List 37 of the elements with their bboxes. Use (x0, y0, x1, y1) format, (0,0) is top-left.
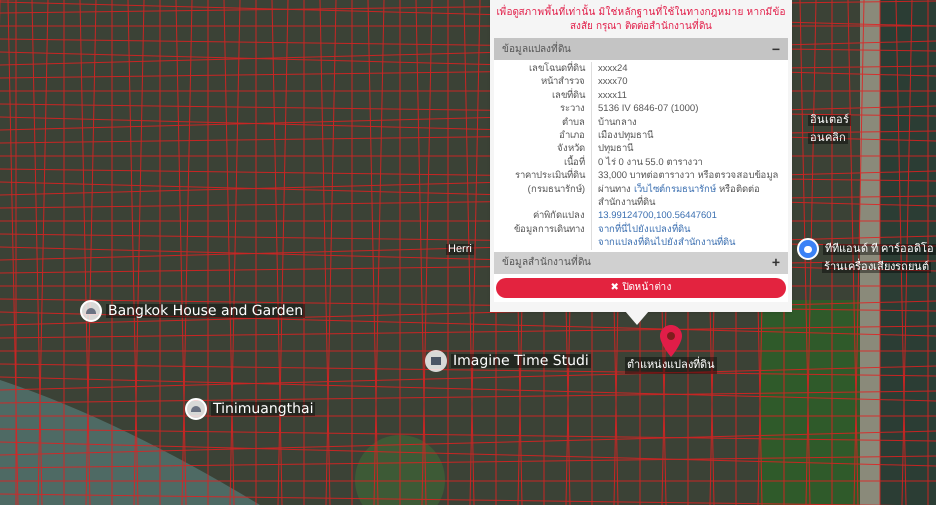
map-label: อินเตอร์ (808, 115, 851, 126)
marker-label: ตำแหน่งแปลงที่ดิน (625, 357, 717, 374)
field-value: xxxx24 (597, 62, 629, 76)
map-label: Bangkok House and Garden (106, 304, 306, 318)
info-link[interactable]: เว็บไซต์กรมธนารักษ์ (634, 184, 716, 195)
info-link[interactable]: จากที่นี่ไปยังแปลงที่ดิน (598, 224, 690, 235)
field-label: ตำบล (494, 116, 592, 130)
map-label: Imagine Time Studi (451, 354, 591, 368)
field-label: จังหวัด (494, 142, 592, 156)
field-value: บ้านกลาง (597, 116, 638, 130)
info-link[interactable]: จากแปลงที่ดินไปยังสำนักงานที่ดิน (598, 237, 735, 248)
field-label: เลขที่ดิน (494, 88, 592, 102)
map-label: ทีทีแอนด์ ที คาร์ออดิโอ (823, 244, 936, 254)
field-label: ระวาง (494, 102, 592, 116)
field-label: อำเภอ (494, 129, 592, 142)
field-label: ข้อมูลการเดินทาง (494, 222, 592, 250)
field-value: เมืองปทุมธานี (597, 129, 654, 142)
field-label: เลขโฉนดที่ดิน (494, 62, 592, 76)
map-label: Herri (446, 244, 474, 255)
field-value: xxxx11 (597, 88, 628, 102)
field-label: เนื้อที่ (494, 156, 592, 170)
field-label: หน้าสำรวจ (494, 75, 592, 89)
field-value: 5136 IV 6846-07 (1000) (597, 102, 700, 116)
map-label: อนคลิก (808, 133, 848, 144)
field-value: 0 ไร่ 0 งาน 55.0 ตารางวา (597, 156, 704, 170)
location-marker-icon (660, 325, 682, 357)
info-link[interactable]: 13.99124700,100.56447601 (598, 210, 717, 222)
field-label: ราคาประเมินที่ดิน (กรมธนารักษ์) (494, 169, 592, 210)
field-value: ปทุมธานี (597, 142, 634, 156)
section-header[interactable]: ข้อมูลสำนักงานที่ดิน + (494, 252, 788, 274)
map-label: Tinimuangthai (211, 402, 316, 416)
notice-text: เพื่อดูสภาพพื้นที่เท่านั้น มิใช่หลักฐานที่ใช้ในทางกฎหมาย หากมีข้อสงสัย กรุณา ติดต่อสำนักงานที่ดิน (494, 0, 788, 38)
section-header[interactable]: ข้อมูลแปลงที่ดิน − (494, 38, 788, 60)
field-value: xxxx70 (597, 75, 629, 89)
field-value: 33,000 บาทต่อตารางวา หรือตรวจสอบข้อมูลผ่านทาง เว็บไซต์กรมธนารักษ์ หรือติดต่อสำนักงานที่ดิน (597, 169, 780, 210)
close-window-button[interactable]: ✖ ปิดหน้าต่าง (496, 278, 786, 298)
field-label: ค่าพิกัดแปลง (494, 209, 592, 223)
